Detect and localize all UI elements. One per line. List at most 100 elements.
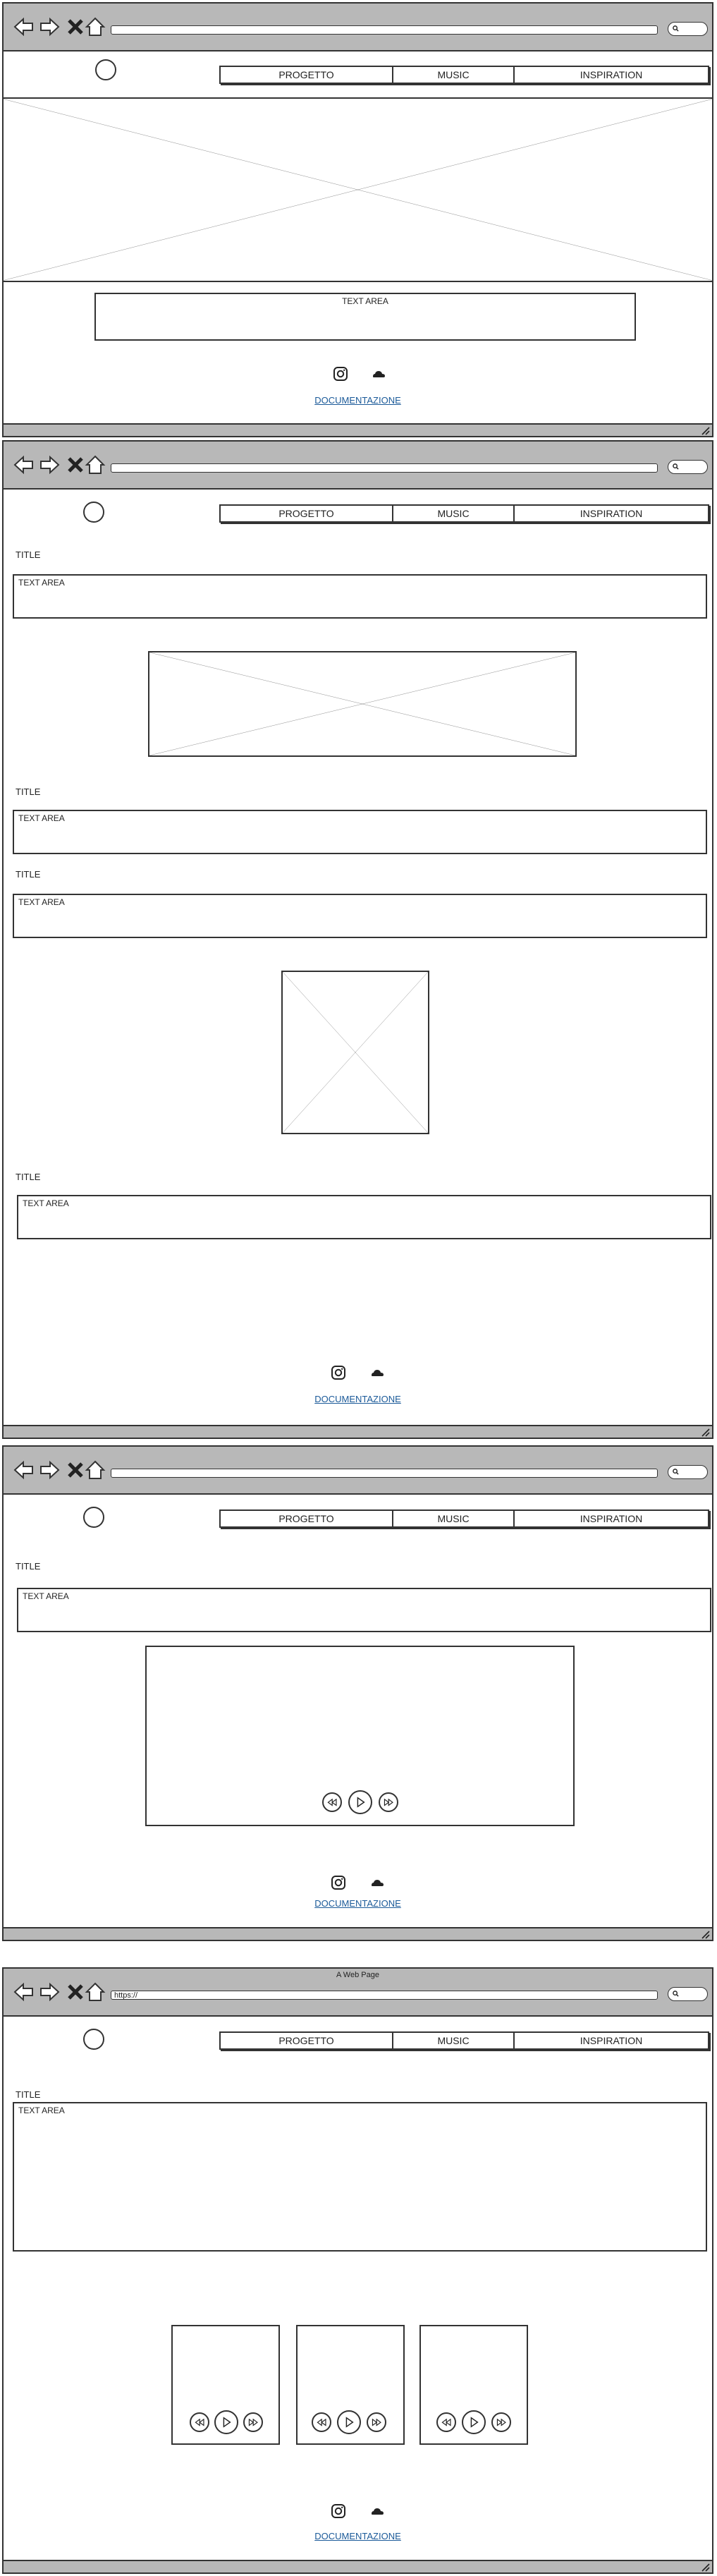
play-button[interactable]	[462, 2410, 486, 2434]
text-area[interactable]: TEXT AREA	[94, 293, 636, 341]
text-area[interactable]: TEXT AREA	[13, 2102, 707, 2252]
search-button[interactable]	[668, 1465, 708, 1479]
close-icon[interactable]	[65, 1459, 86, 1481]
logo-circle[interactable]	[83, 2029, 104, 2050]
browser-window-home: PROGETTO MUSIC INSPIRATION TEXT AREA DOC…	[2, 2, 713, 437]
logo-circle[interactable]	[83, 502, 104, 523]
search-button[interactable]	[668, 22, 708, 36]
back-arrow-icon[interactable]	[13, 454, 35, 475]
forward-arrow-icon[interactable]	[39, 1459, 60, 1481]
close-icon[interactable]	[65, 454, 86, 475]
menu-item-progetto[interactable]: PROGETTO	[221, 67, 393, 83]
close-icon[interactable]	[65, 1981, 86, 2003]
menu-item-music[interactable]: MUSIC	[393, 67, 515, 83]
menu-item-progetto[interactable]: PROGETTO	[221, 2033, 393, 2048]
rewind-button[interactable]	[190, 2412, 209, 2432]
instagram-icon[interactable]	[331, 1365, 346, 1380]
menu-item-inspiration[interactable]: INSPIRATION	[515, 506, 708, 521]
menu-item-inspiration[interactable]: INSPIRATION	[515, 67, 708, 83]
status-bar	[4, 2560, 712, 2572]
window-title: A Web Page	[336, 1971, 379, 1979]
forward-arrow-icon[interactable]	[39, 1981, 60, 2003]
rewind-button[interactable]	[436, 2412, 456, 2432]
menu-item-music[interactable]: MUSIC	[393, 2033, 515, 2048]
url-bar[interactable]	[111, 25, 658, 35]
search-icon	[673, 463, 679, 470]
play-icon	[357, 1797, 365, 1808]
music-player-1	[171, 2325, 280, 2445]
home-icon[interactable]	[85, 454, 106, 475]
menu-item-progetto[interactable]: PROGETTO	[221, 1511, 393, 1526]
documentation-link[interactable]: DOCUMENTAZIONE	[4, 1394, 712, 1404]
status-bar	[4, 1927, 712, 1940]
status-bar	[4, 1425, 712, 1438]
play-button[interactable]	[348, 1790, 372, 1814]
home-icon[interactable]	[85, 1459, 106, 1481]
section-title: TITLE	[16, 869, 41, 880]
play-icon	[345, 2417, 354, 2428]
back-arrow-icon[interactable]	[13, 1459, 35, 1481]
back-arrow-icon[interactable]	[13, 1981, 35, 2003]
search-icon	[673, 1469, 679, 1475]
play-button[interactable]	[337, 2410, 361, 2434]
instagram-icon[interactable]	[331, 2503, 346, 2519]
rewind-button[interactable]	[312, 2412, 331, 2432]
home-icon[interactable]	[85, 16, 106, 37]
instagram-icon[interactable]	[331, 1875, 346, 1890]
documentation-link[interactable]: DOCUMENTAZIONE	[4, 2531, 712, 2541]
documentation-link[interactable]: DOCUMENTAZIONE	[4, 1898, 712, 1909]
resize-grip-icon[interactable]	[701, 1930, 711, 1939]
browser-toolbar	[4, 4, 712, 51]
fast-forward-button[interactable]	[491, 2412, 511, 2432]
fast-forward-icon	[384, 1798, 393, 1806]
instagram-icon[interactable]	[333, 366, 348, 382]
text-area-label: TEXT AREA	[23, 1591, 69, 1601]
text-area[interactable]: TEXT AREA	[13, 574, 707, 619]
section-title: TITLE	[16, 1172, 41, 1182]
url-bar[interactable]: https://	[111, 1991, 658, 2000]
url-bar[interactable]	[111, 1469, 658, 1478]
resize-grip-icon[interactable]	[701, 2563, 711, 2572]
play-button[interactable]	[214, 2410, 238, 2434]
browser-window-music: PROGETTO MUSIC INSPIRATION TITLE TEXT AR…	[2, 1445, 713, 1941]
menu-item-progetto[interactable]: PROGETTO	[221, 506, 393, 521]
soundcloud-icon[interactable]	[369, 1875, 385, 1890]
text-area-label: TEXT AREA	[18, 813, 65, 823]
soundcloud-icon[interactable]	[369, 1365, 385, 1380]
menu-item-music[interactable]: MUSIC	[393, 1511, 515, 1526]
text-area[interactable]: TEXT AREA	[13, 810, 707, 854]
search-button[interactable]	[668, 1987, 708, 2001]
resize-grip-icon[interactable]	[701, 1428, 711, 1437]
text-area[interactable]: TEXT AREA	[17, 1588, 711, 1632]
menu-item-inspiration[interactable]: INSPIRATION	[515, 1511, 708, 1526]
home-icon[interactable]	[85, 1981, 106, 2003]
soundcloud-icon[interactable]	[371, 366, 386, 382]
menu-item-music[interactable]: MUSIC	[393, 506, 515, 521]
soundcloud-icon[interactable]	[369, 2503, 385, 2519]
search-button[interactable]	[668, 460, 708, 474]
hero-image-placeholder	[2, 97, 713, 282]
url-bar[interactable]	[111, 463, 658, 473]
play-icon	[223, 2417, 231, 2428]
rewind-button[interactable]	[322, 1792, 342, 1812]
menu-item-inspiration[interactable]: INSPIRATION	[515, 2033, 708, 2048]
forward-arrow-icon[interactable]	[39, 16, 60, 37]
play-icon	[470, 2417, 479, 2428]
fast-forward-icon	[372, 2418, 381, 2426]
rewind-icon	[441, 2418, 451, 2426]
close-icon[interactable]	[65, 16, 86, 37]
forward-arrow-icon[interactable]	[39, 454, 60, 475]
documentation-link[interactable]: DOCUMENTAZIONE	[4, 395, 712, 406]
rewind-icon	[195, 2418, 204, 2426]
logo-circle[interactable]	[95, 59, 116, 80]
text-area[interactable]: TEXT AREA	[17, 1195, 711, 1239]
fast-forward-button[interactable]	[379, 1792, 398, 1812]
text-area-label: TEXT AREA	[18, 2106, 65, 2115]
text-area[interactable]: TEXT AREA	[13, 894, 707, 938]
fast-forward-button[interactable]	[243, 2412, 263, 2432]
section-title: TITLE	[16, 549, 41, 560]
logo-circle[interactable]	[83, 1507, 104, 1528]
back-arrow-icon[interactable]	[13, 16, 35, 37]
fast-forward-button[interactable]	[367, 2412, 386, 2432]
resize-grip-icon[interactable]	[701, 426, 711, 435]
